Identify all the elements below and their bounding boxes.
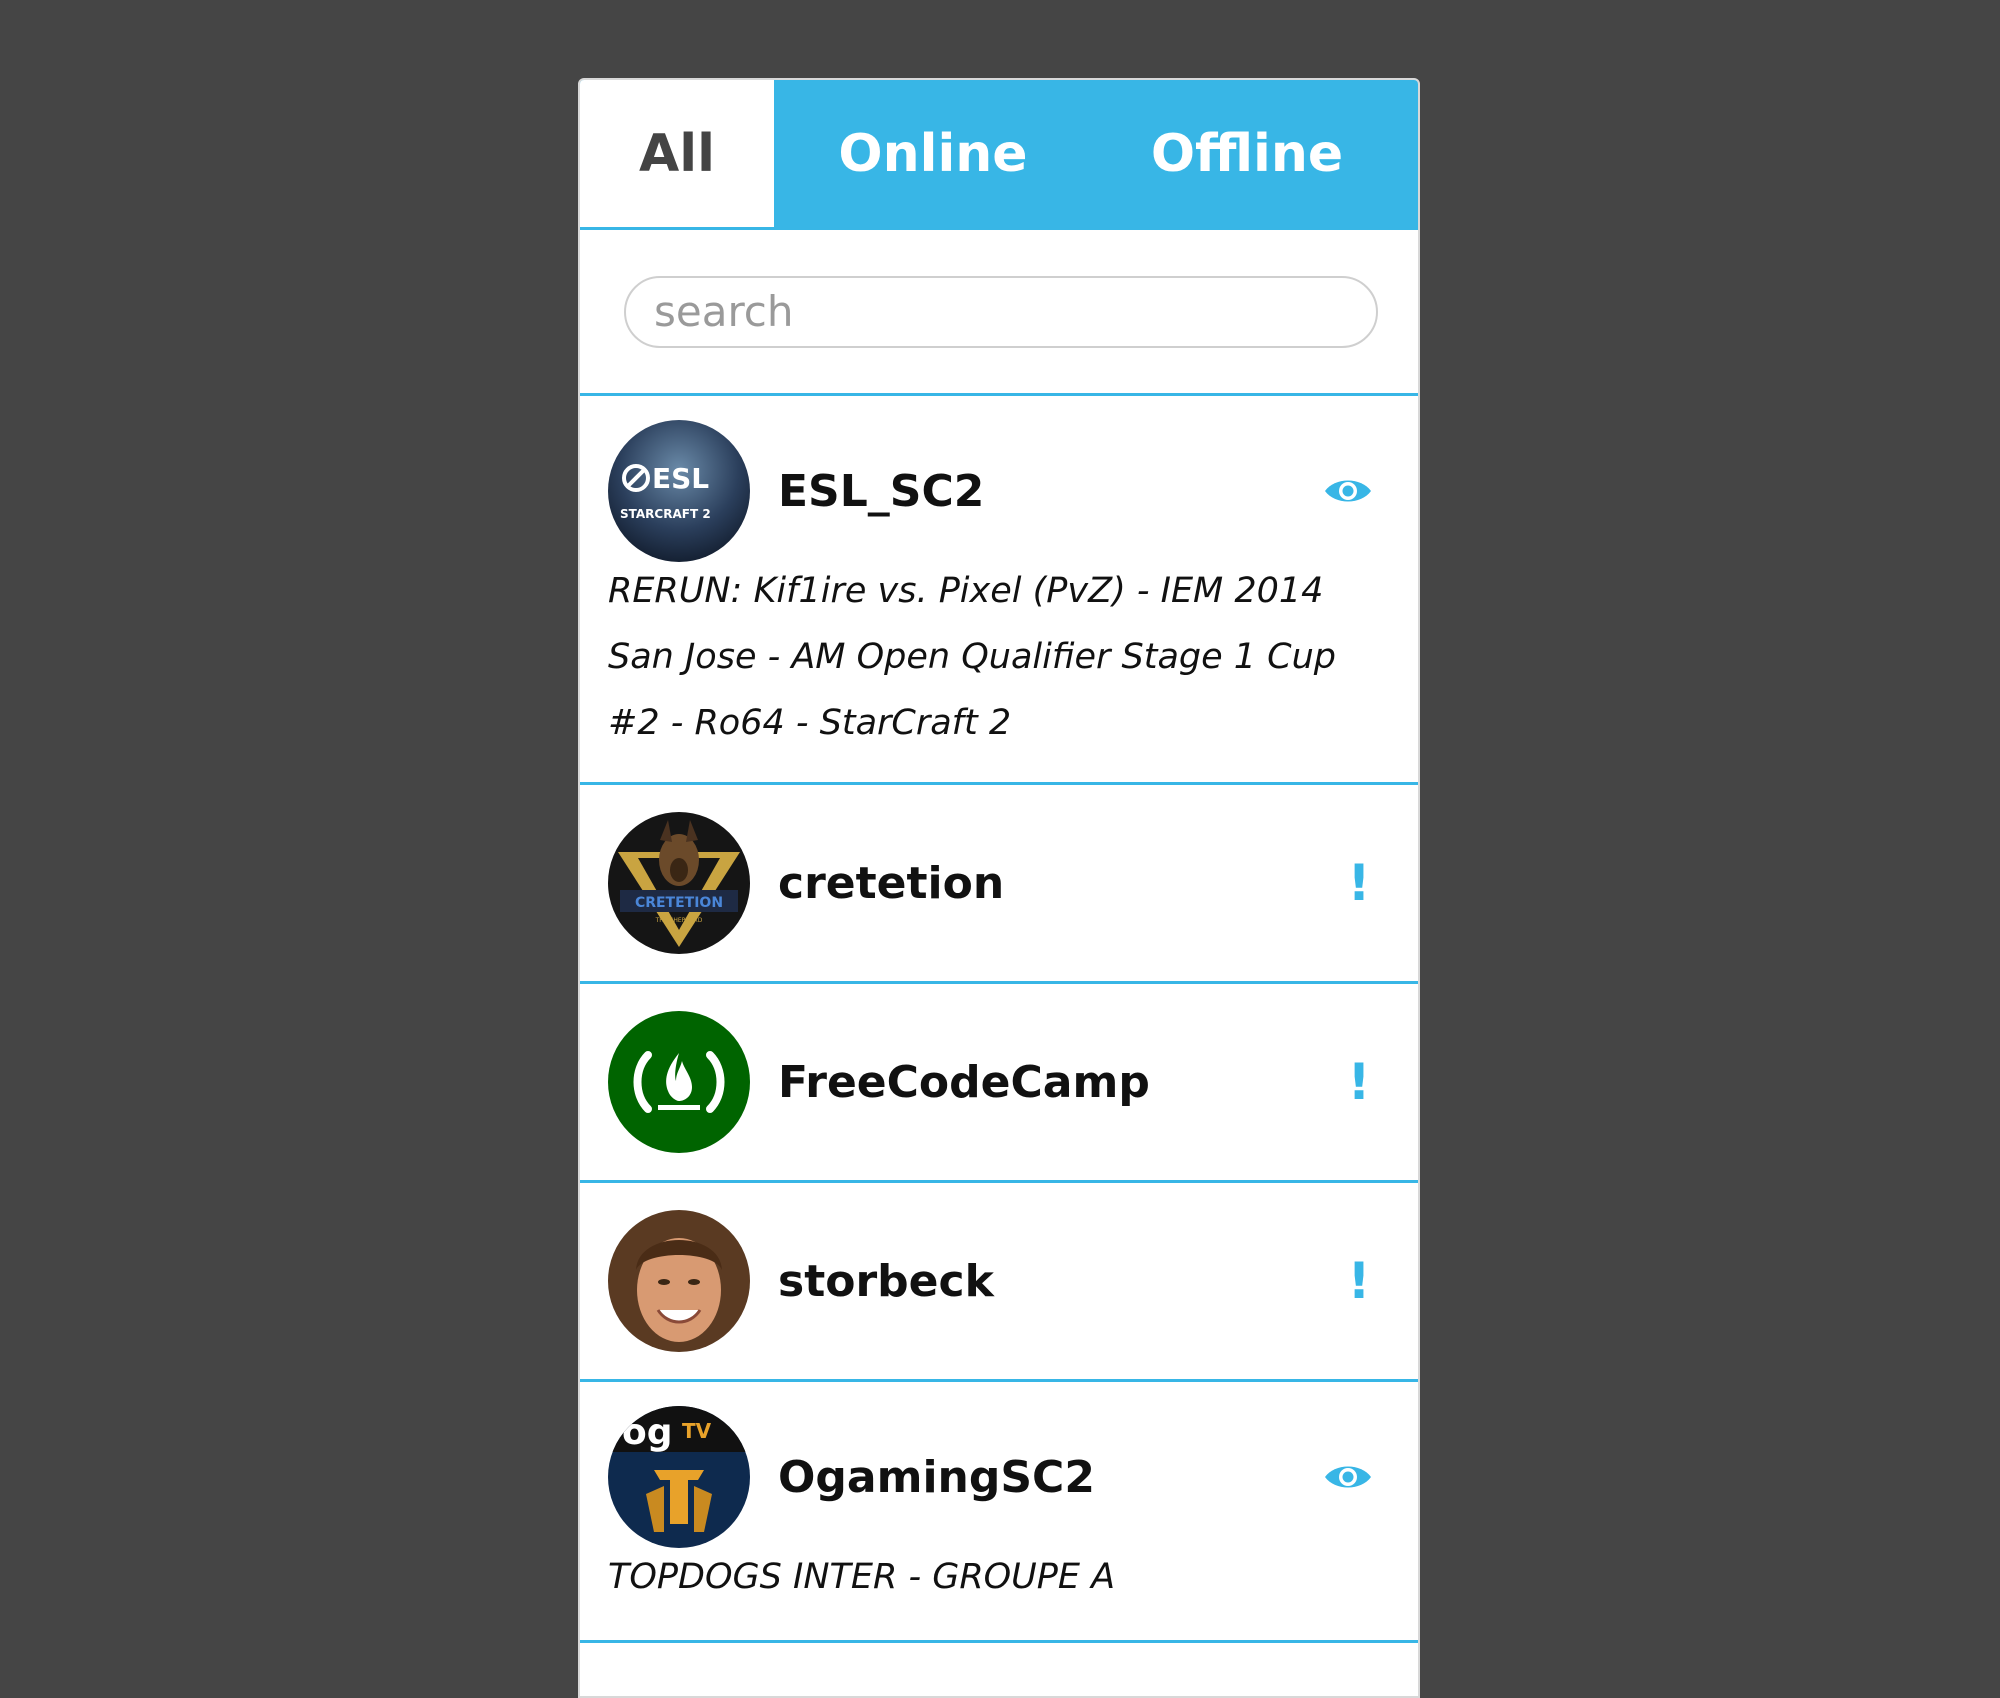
svg-text:THE SHEPHERD: THE SHEPHERD [655, 917, 703, 924]
svg-text:CRETETION: CRETETION [635, 895, 723, 911]
channel-row-freecodecamp[interactable]: FreeCodeCamp ! [580, 984, 1418, 1183]
search-bar [580, 230, 1418, 396]
channel-row-esl-sc2[interactable]: ESL STARCRAFT 2 ESL_SC2 RERUN: Kif1ire v… [580, 396, 1418, 785]
exclamation-icon: ! [1347, 854, 1371, 912]
storbeck-photo-avatar [608, 1210, 750, 1352]
eye-icon [1318, 461, 1378, 521]
channel-name[interactable]: FreeCodeCamp [778, 1057, 1318, 1108]
channel-name[interactable]: ESL_SC2 [778, 466, 1318, 517]
ogaming-logo-avatar: og TV [608, 1406, 750, 1548]
stream-description: RERUN: Kif1ire vs. Pixel (PvZ) - IEM 201… [608, 571, 1337, 743]
esl-logo-avatar: ESL STARCRAFT 2 [608, 420, 750, 562]
eye-icon [1318, 1447, 1378, 1507]
filter-tabs: All Online Offline [580, 80, 1418, 230]
channel-name[interactable]: storbeck [778, 1256, 1318, 1307]
streamer-panel: All Online Offline search ESL STARCRAFT … [578, 78, 1420, 1698]
svg-text:STARCRAFT 2: STARCRAFT 2 [620, 507, 711, 521]
search-input[interactable] [624, 275, 1378, 348]
channel-row-storbeck[interactable]: storbeck ! [580, 1183, 1418, 1382]
tab-all[interactable]: All [580, 80, 774, 227]
avatar-freecodecamp [608, 1011, 750, 1153]
channel-name[interactable]: OgamingSC2 [778, 1452, 1318, 1503]
channel-row-ogamingsc2[interactable]: og TV OgamingSC2 TOPDOGS INTER - GROUPE … [580, 1382, 1418, 1643]
avatar-storbeck [608, 1210, 750, 1352]
channel-name[interactable]: cretetion [778, 858, 1318, 909]
tab-offline[interactable]: Offline [1092, 80, 1402, 227]
avatar-esl-sc2: ESL STARCRAFT 2 [608, 420, 750, 562]
cretetion-logo-avatar: CRETETION THE SHEPHERD [608, 812, 750, 954]
svg-text:TV: TV [682, 1419, 712, 1443]
svg-text:og: og [622, 1412, 673, 1453]
svg-text:ESL: ESL [652, 462, 709, 495]
channel-row-cretetion[interactable]: CRETETION THE SHEPHERD cretetion ! [580, 785, 1418, 984]
exclamation-icon: ! [1347, 1252, 1371, 1310]
avatar-ogamingsc2: og TV [608, 1406, 750, 1548]
exclamation-icon: ! [1347, 1053, 1371, 1111]
freecodecamp-logo-avatar [608, 1011, 750, 1153]
tab-online[interactable]: Online [774, 80, 1092, 227]
avatar-cretetion: CRETETION THE SHEPHERD [608, 812, 750, 954]
